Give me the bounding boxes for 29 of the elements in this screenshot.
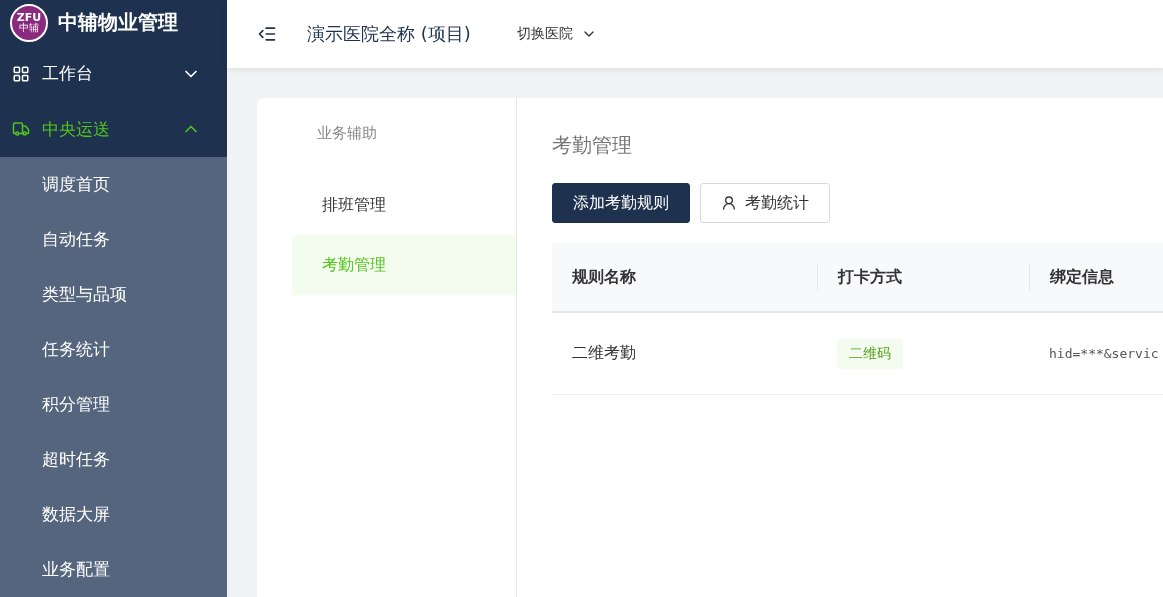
menu-item[interactable]: 数据大屏 [0, 487, 227, 542]
menu-item[interactable]: 类型与品项 [0, 267, 227, 322]
table-cell-text: 二维考勤 [571, 343, 637, 364]
subnav-title: 业务辅助 [317, 124, 378, 143]
table-cell-text: hid=***&servic [1048, 346, 1160, 361]
user-icon [721, 195, 737, 211]
subnav-item[interactable]: 排班管理 [292, 175, 516, 235]
statistics-button[interactable]: 考勤统计 [700, 183, 830, 223]
menu-group[interactable]: 中央运送 [0, 101, 227, 157]
menu-item[interactable]: 超时任务 [0, 432, 227, 487]
logo-icon: ZFU 中辅 [10, 3, 48, 42]
collapse-menu-icon[interactable] [257, 24, 277, 44]
menu-item[interactable]: 调度首页 [0, 157, 227, 212]
menu-item[interactable]: 任务统计 [0, 322, 227, 377]
add-rule-button[interactable]: 添加考勤规则 [552, 183, 690, 223]
truck-icon [12, 120, 30, 139]
column-header: 规则名称 [571, 266, 637, 288]
app-title: 中辅物业管理 [58, 9, 178, 37]
menu-item[interactable]: 积分管理 [0, 377, 227, 432]
project-title: 演示医院全称 (项目) [307, 22, 471, 46]
page-title: 考勤管理 [552, 132, 633, 159]
column-header: 绑定信息 [1029, 263, 1163, 291]
menu-item[interactable]: 业务配置 [0, 542, 227, 597]
switch-hospital-dropdown[interactable]: 切换医院 [510, 24, 603, 44]
menu-group[interactable]: 工作台 [0, 45, 227, 102]
grid-icon [12, 64, 30, 83]
menu-item[interactable]: 自动任务 [0, 212, 227, 267]
method-tag: 二维码 [837, 338, 903, 369]
column-header: 打卡方式 [817, 263, 1029, 291]
